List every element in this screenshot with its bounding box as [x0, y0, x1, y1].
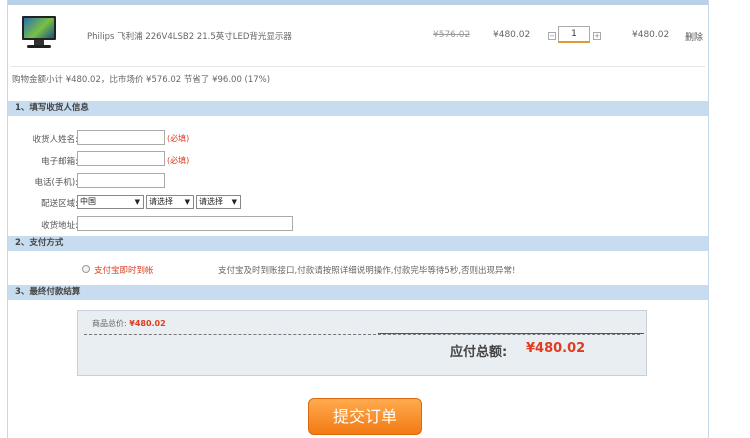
cart-summary-text: 购物金额小计 ¥480.02，比市场价 ¥576.02 节省了 ¥96.00 (… — [12, 75, 271, 85]
receiver-name-input[interactable] — [77, 130, 165, 145]
payment-radio[interactable] — [82, 265, 90, 273]
item-subtotal: ¥480.02 — [632, 30, 670, 40]
region-label: 配送区域: — [41, 199, 78, 209]
dropdown-caret-icon: ▼ — [231, 198, 237, 206]
phone-input[interactable] — [77, 173, 165, 188]
product-name-link[interactable]: Philips 飞利浦 226V4LSB2 21.5英寸LED背光显示器 — [87, 30, 292, 42]
goods-total: 商品总价: ¥480.02 — [92, 319, 166, 328]
required-mark: (必填) — [167, 156, 190, 165]
divider — [378, 333, 644, 334]
quantity-input[interactable] — [558, 26, 590, 43]
dropdown-caret-icon: ▼ — [184, 198, 190, 206]
payable-total-value: ¥480.02 — [526, 341, 586, 356]
city-select[interactable]: 请选择 ▼ — [196, 195, 241, 209]
required-mark: (必填) — [167, 134, 190, 143]
section-header-receiver: 1、填写收货人信息 — [8, 101, 708, 116]
email-label: 电子邮箱: — [41, 157, 78, 167]
section-header-final: 3、最终付款结算 — [8, 285, 708, 300]
section-header-payment: 2、支付方式 — [8, 236, 708, 251]
province-select[interactable]: 请选择 ▼ — [146, 195, 194, 209]
payment-option-label[interactable]: 支付宝即时到帐 — [94, 264, 154, 276]
receiver-name-label: 收货人姓名: — [32, 135, 78, 145]
divider — [84, 334, 640, 335]
monitor-screen-image — [22, 16, 56, 40]
market-price: ¥576.02 — [433, 30, 471, 40]
email-input[interactable] — [77, 151, 165, 166]
our-price: ¥480.02 — [493, 30, 531, 40]
address-label: 收货地址: — [41, 221, 78, 231]
dropdown-caret-icon: ▼ — [134, 198, 140, 206]
payable-total-label: 应付总额: — [450, 345, 508, 360]
delete-item-link[interactable]: 删除 — [685, 30, 703, 43]
product-thumbnail[interactable] — [19, 14, 59, 50]
payment-note: 支付宝及时到账接口,付款请按照详细说明操作,付款完毕等待5秒,否则出现异常! — [218, 266, 516, 276]
address-input[interactable] — [77, 216, 293, 231]
divider — [11, 66, 705, 67]
submit-order-button[interactable]: 提交订单 — [308, 398, 422, 435]
checkout-page: Philips 飞利浦 226V4LSB2 21.5英寸LED背光显示器 ¥57… — [7, 0, 709, 438]
country-select[interactable]: 中国 ▼ — [77, 195, 144, 209]
phone-label: 电话(手机): — [34, 178, 79, 188]
final-total-box: 商品总价: ¥480.02 应付总额: ¥480.02 — [77, 310, 647, 376]
cart-item-row: Philips 飞利浦 226V4LSB2 21.5英寸LED背光显示器 ¥57… — [8, 5, 708, 67]
qty-decrease-button[interactable]: − — [548, 32, 556, 40]
qty-increase-button[interactable]: + — [593, 32, 601, 40]
